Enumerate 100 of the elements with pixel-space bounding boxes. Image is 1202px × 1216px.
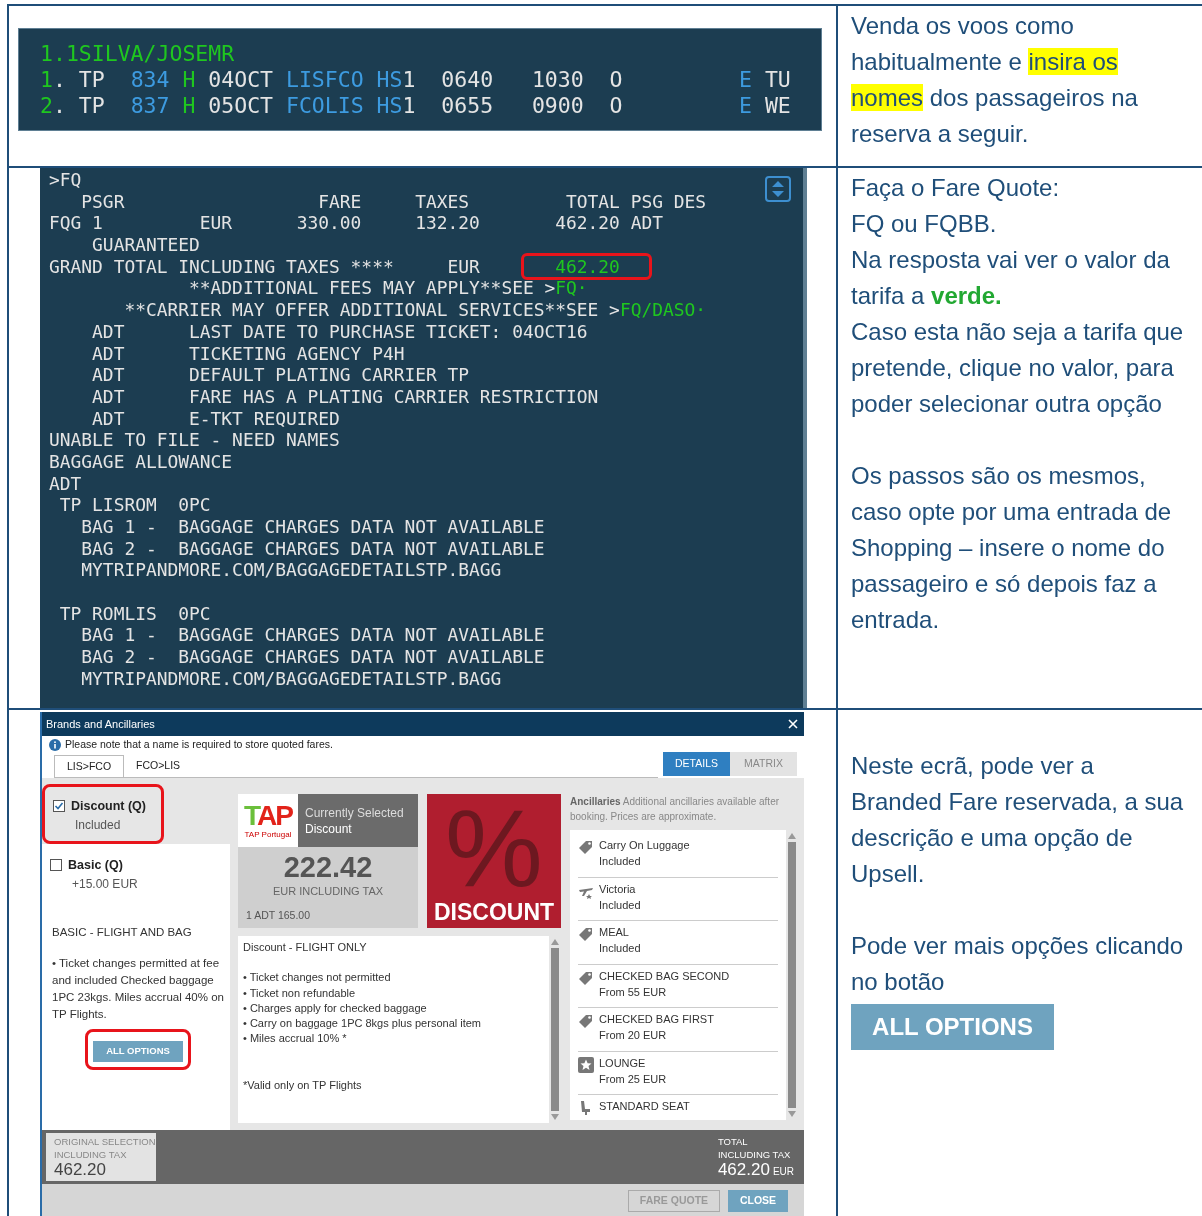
tag-icon: [578, 926, 594, 942]
details-item: • Miles accrual 10% *: [243, 1031, 348, 1047]
terminal-line: UNABLE TO FILE - NEED NAMES: [49, 429, 340, 451]
instruction-text: Venda os voos como habitualmente e insira os nomes dos passageiros na reserva a seguir.: [851, 11, 1139, 149]
instruction-text: Os passos são os mesmos, caso opte por uma entrada de Shopping – insere o nome do passageiro e só depois faz a entrada.: [851, 461, 1173, 635]
fare-price: +15.00 EUR: [71, 876, 138, 893]
fare-name: Discount (Q): [71, 798, 146, 815]
scroll-down-icon: [551, 1114, 559, 1120]
terminal-line: BAG 1 - BAGGAGE CHARGES DATA NOT AVAILABLE: [80, 624, 545, 647]
terminal-line: TP ROMLIS 0PC: [58, 602, 211, 625]
ancillary-price: Included: [599, 854, 642, 869]
fare-price: Included: [74, 817, 122, 834]
ancillary-name: STANDARD SEAT: [599, 1099, 690, 1114]
checkbox[interactable]: [53, 800, 65, 812]
instruction-text: Faça o Fare Quote:: [851, 173, 1061, 203]
window-title: Brands and Ancillaries: [46, 716, 155, 732]
total-label: TOTAL: [717, 1135, 749, 1148]
ancillary-price: From 55 EUR: [599, 984, 668, 1000]
terminal-line: **ADDITIONAL FEES MAY APPLY**SEE >FQ·: [188, 277, 588, 300]
fare-option[interactable]: Discount (Q) Included: [42, 784, 164, 844]
tag-icon: [578, 1013, 594, 1029]
details-title: Discount - FLIGHT ONLY: [243, 940, 368, 955]
all-options-button[interactable]: ALL OPTIONS: [93, 1040, 183, 1062]
details-footnote: *Valid only on TP Flights: [243, 1077, 363, 1093]
instruction-text: Caso esta não seja a tarifa que pretende, clique no valor, para poder selecionar outra opção: [851, 317, 1185, 419]
details-item: • Ticket changes not permitted: [243, 970, 392, 986]
total-currency: EUR: [772, 1165, 794, 1179]
total-value: 462.20: [717, 1161, 770, 1179]
original-selection-value: 462.20: [54, 1161, 107, 1179]
tag-icon: [578, 969, 594, 986]
terminal-line: >FQ: [49, 169, 82, 191]
passenger-fare: 1 ADT 165.00: [245, 908, 311, 924]
terminal-line: MYTRIPANDMORE.COM/BAGGAGEDETAILSTP.BAGG: [80, 667, 502, 690]
upsell-title: BASIC - FLIGHT AND BAG: [52, 925, 193, 940]
route-tab[interactable]: FCO>LIS: [124, 755, 193, 777]
ancillary-price: From 20 EUR: [599, 1028, 668, 1043]
scroll-up-icon: [788, 833, 796, 839]
ancillaries-note: Ancillaries Additional ancillaries available after booking. Prices are approximate.: [570, 795, 781, 824]
terminal-line: GUARANTEED: [91, 234, 200, 256]
ancillary-name: Carry On Luggage: [599, 838, 690, 853]
checkbox[interactable]: [50, 859, 62, 871]
terminal-line: BAGGAGE ALLOWANCE: [49, 450, 233, 473]
ancillary-name: CHECKED BAG FIRST: [599, 1012, 714, 1027]
percent-symbol: %: [445, 798, 543, 898]
terminal-line: BAG 2 - BAGGAGE CHARGES DATA NOT AVAILABLE: [80, 646, 545, 668]
terminal-line: ADT TICKETING AGENCY P4H: [91, 342, 405, 365]
terminal-line: TP LISROM 0PC: [58, 494, 211, 516]
info-icon: [49, 739, 61, 751]
airline-logo: TAP TAP Portugal: [238, 794, 298, 847]
ancillary-price: Included: [599, 897, 641, 913]
notice-text: Please note that a name is required to store quoted fares.: [65, 737, 333, 753]
terminal-line: ADT FARE HAS A PLATING CARRIER RESTRICTION: [91, 385, 599, 408]
total-label: INCLUDING TAX: [717, 1148, 792, 1161]
original-selection-label: ORIGINAL SELECTION: [54, 1135, 156, 1148]
ancillary-name: CHECKED BAG SECOND: [599, 968, 730, 984]
instruction-text: Neste ecrã, pode ver a Branded Fare reservada, a sua descrição e uma opção de Upsell.: [851, 751, 1185, 889]
terminal-line: MYTRIPANDMORE.COM/BAGGAGEDETAILSTP.BAGG: [80, 559, 502, 582]
terminal-line: ADT LAST DATE TO PURCHASE TICKET: 04OCT16: [91, 320, 588, 343]
terminal-line: 1.1SILVA/JOSEMR: [40, 41, 235, 67]
tag-icon: [578, 839, 594, 855]
card-status: Currently Selected: [305, 804, 405, 821]
brand-caption: DISCOUNT: [433, 898, 555, 926]
terminal-line: PSGR FARE TAXES TOTAL PSG DES: [80, 190, 707, 213]
terminal-line: BAG 1 - BAGGAGE CHARGES DATA NOT AVAILABLE: [80, 516, 545, 538]
scroll-icon: [765, 176, 791, 202]
terminal-line: ADT: [49, 472, 82, 495]
star-icon: [578, 1056, 594, 1073]
fare-price-total: 222.42: [283, 851, 373, 883]
ancillary-name: MEAL: [599, 925, 630, 940]
close-icon: [788, 719, 798, 729]
terminal-line: 2. TP 837 H 05OCT FCOLIS HS1 0655 0900 O E WE: [40, 93, 791, 119]
price-note: EUR INCLUDING TAX: [272, 884, 384, 899]
details-item: • Carry on baggage 1PC 8kgs plus personal item: [243, 1016, 483, 1032]
details-item: • Ticket non refundable: [243, 985, 357, 1001]
upsell-description: • Ticket changes permitted at fee and included Checked baggage 1PC 23kgs. Miles accrual 40% on TP Flights.: [52, 956, 224, 1023]
instruction-text: Pode ver mais opções clicando no botão: [851, 931, 1185, 997]
terminal-line: ADT E-TKT REQUIRED: [91, 407, 340, 430]
instruction-text: FQ ou FQBB.: [851, 209, 998, 239]
ancillary-name: LOUNGE: [599, 1055, 647, 1071]
fare-option[interactable]: Basic (Q) +15.00 EUR: [42, 844, 230, 916]
card-brand: Discount: [305, 820, 353, 837]
instruction-text: Na resposta vai ver o valor da tarifa a verde.: [851, 245, 1171, 311]
terminal-line: **CARRIER MAY OFFER ADDITIONAL SERVICES**SEE >FQ/DASO·: [123, 299, 707, 321]
original-selection-label: INCLUDING TAX: [54, 1148, 128, 1161]
dialog-button[interactable]: CLOSE: [728, 1190, 788, 1212]
terminal-line: FQG 1 EUR 330.00 132.20 462.20 ADT: [49, 212, 663, 235]
scroll-up-icon: [551, 939, 559, 945]
ancillary-name: Victoria: [599, 881, 637, 897]
scroll-down-icon: [788, 1111, 796, 1117]
terminal-line: BAG 2 - BAGGAGE CHARGES DATA NOT AVAILABLE: [80, 537, 545, 560]
fare-name: Basic (Q): [68, 857, 124, 874]
all-options-button[interactable]: ALL OPTIONS: [851, 1004, 1054, 1050]
details-item: • Charges apply for checked baggage: [243, 1000, 428, 1016]
view-tab[interactable]: MATRIX: [730, 752, 797, 776]
route-tab[interactable]: LIS>FCO: [54, 755, 125, 777]
view-tab[interactable]: DETAILS: [663, 752, 730, 776]
ancillary-price: Included: [599, 941, 641, 956]
terminal-line: GRAND TOTAL INCLUDING TAXES **** EUR 462.20: [49, 255, 620, 278]
ancillary-price: From 25 EUR: [599, 1071, 667, 1087]
terminal-line: 1. TP 834 H 04OCT LISFCO HS1 0640 1030 O E TU: [40, 67, 791, 93]
